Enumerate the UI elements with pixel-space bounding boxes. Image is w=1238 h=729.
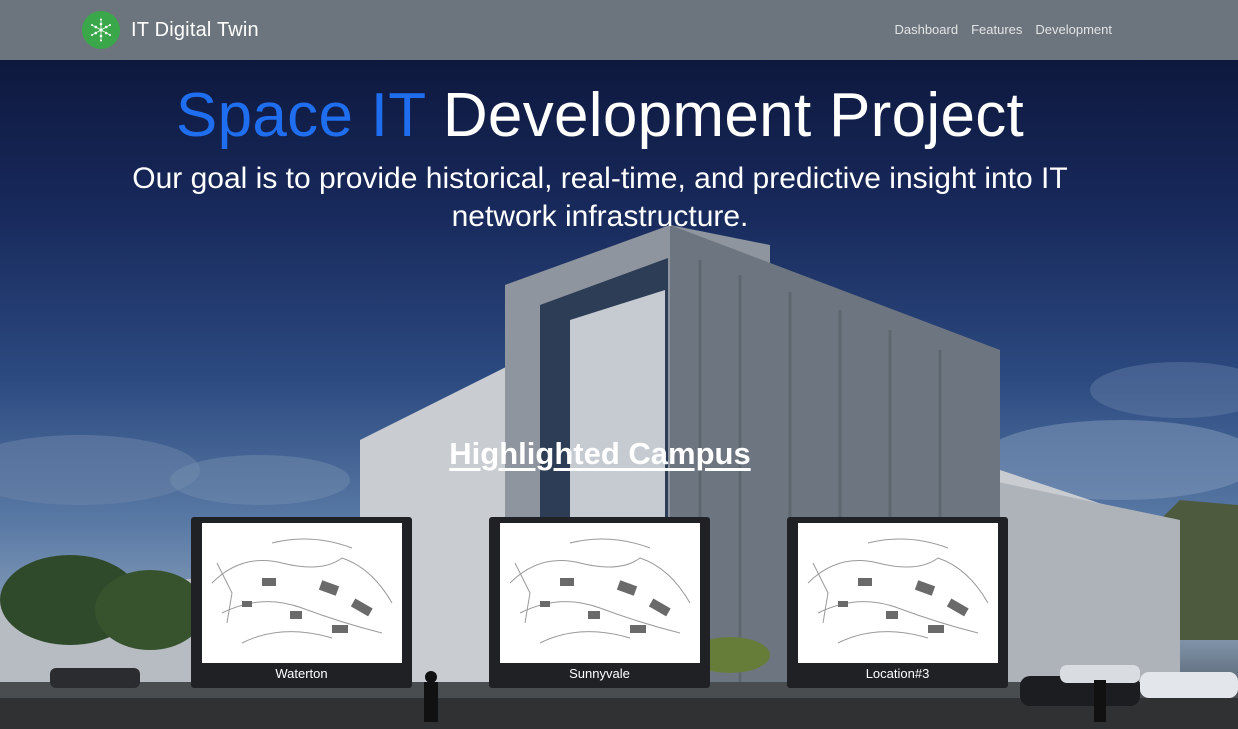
nav-link-dashboard[interactable]: Dashboard	[894, 22, 958, 37]
campus-card-label: Sunnyvale	[569, 666, 630, 681]
campus-card-label: Location#3	[865, 666, 930, 681]
nav-links: Dashboard Features Development	[894, 22, 1112, 37]
brand[interactable]: IT Digital Twin	[82, 11, 259, 49]
brand-name: IT Digital Twin	[131, 18, 259, 41]
campus-map-image[interactable]	[798, 523, 998, 663]
nav-link-features[interactable]: Features	[971, 22, 1022, 37]
page-subtitle-line1: Our goal is to provide historical, real-…	[132, 162, 1068, 195]
campus-card-waterton[interactable]: Waterton	[191, 517, 412, 688]
campus-map-image[interactable]	[500, 523, 700, 663]
nav-link-development[interactable]: Development	[1035, 22, 1112, 37]
page-title-accent: Space IT	[175, 81, 426, 150]
campus-card-location3[interactable]: Location#3	[787, 517, 1008, 688]
page-subtitle: Our goal is to provide historical, real-…	[100, 160, 1100, 236]
page-subtitle-line2: network infrastructure.	[451, 200, 749, 233]
campus-map-image[interactable]	[202, 523, 402, 663]
brand-logo-icon	[82, 11, 120, 49]
highlighted-campus-title: Highlighted Campus	[449, 436, 751, 471]
top-navbar: IT Digital Twin Dashboard Features Devel…	[0, 0, 1238, 60]
page-title: Space IT Development Project	[0, 80, 1200, 151]
campus-card-sunnyvale[interactable]: Sunnyvale	[489, 517, 710, 688]
campus-card-label: Waterton	[275, 666, 328, 681]
page-title-rest: Development Project	[442, 81, 1025, 150]
